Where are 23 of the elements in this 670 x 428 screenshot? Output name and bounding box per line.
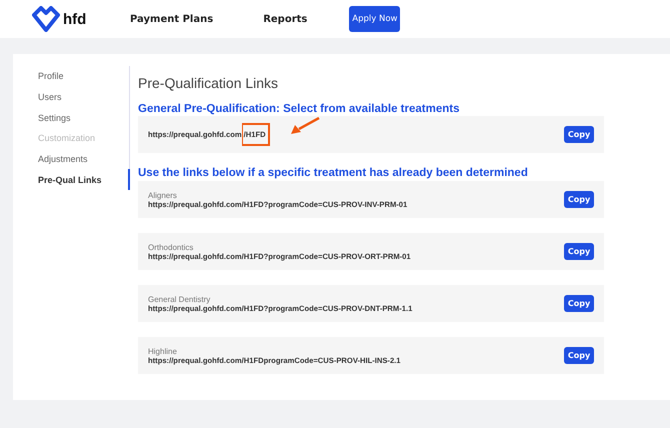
- sidebar-item[interactable]: Adjustments: [38, 148, 130, 170]
- copy-button[interactable]: Copy: [564, 295, 594, 312]
- sidebar-item[interactable]: Pre-Qual Links: [38, 169, 130, 190]
- treatment-name: Aligners: [148, 190, 177, 200]
- copy-button[interactable]: Copy: [564, 347, 594, 364]
- annotation-arrow: [290, 117, 320, 135]
- treatment-name: General Dentistry: [148, 294, 210, 304]
- sidebar-item[interactable]: Users: [38, 86, 130, 108]
- copy-button[interactable]: Copy: [564, 126, 594, 143]
- logo-text: hfd: [63, 10, 86, 28]
- section-heading: General Pre-Qualification: Select from available treatments: [138, 103, 460, 115]
- page-title: Pre-Qualification Links: [138, 75, 280, 91]
- treatment-name: Orthodontics: [148, 242, 194, 252]
- logo-icon: [32, 6, 60, 32]
- nav-link[interactable]: Payment Plans: [130, 14, 214, 24]
- nav-link[interactable]: Reports: [263, 14, 308, 24]
- treatment-name: Highline: [148, 346, 177, 356]
- sidebar-item[interactable]: Settings: [38, 107, 130, 128]
- section-heading: Use the links below if a specific treatment has already been determined: [138, 167, 529, 179]
- apply-now-button[interactable]: Apply Now: [349, 6, 400, 32]
- copy-button[interactable]: Copy: [564, 243, 594, 260]
- sidebar-item[interactable]: Profile: [38, 66, 130, 87]
- copy-button[interactable]: Copy: [564, 191, 594, 208]
